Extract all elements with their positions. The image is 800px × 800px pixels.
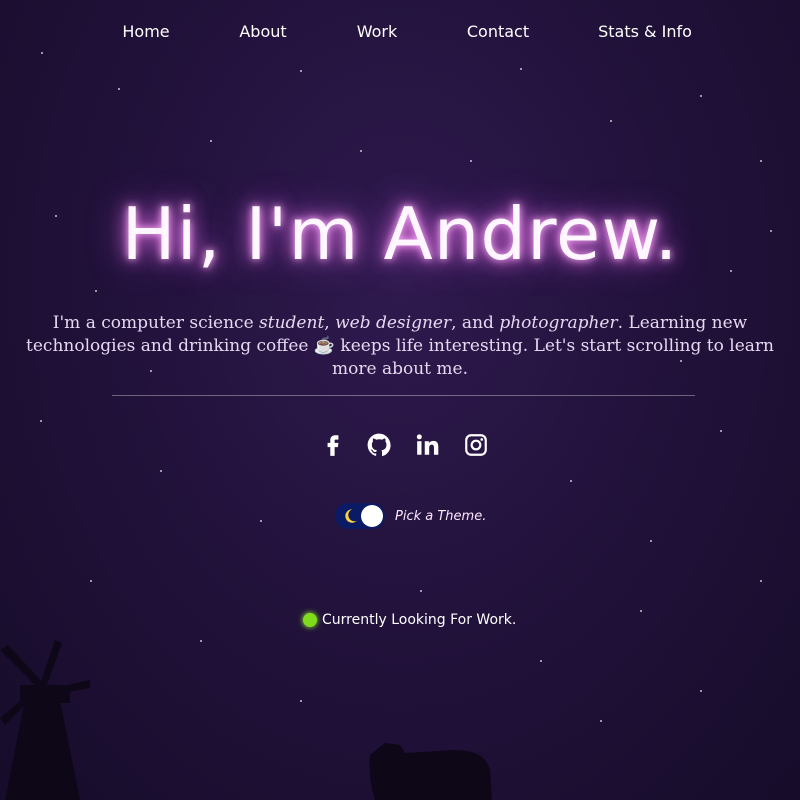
intro-text: keeps life interesting. Let's start scro…: [335, 336, 774, 356]
nav-stats-info[interactable]: Stats & Info: [598, 22, 692, 41]
intro-text: I'm a computer science: [52, 313, 260, 333]
intro-paragraph: I'm a computer science student, web desi…: [0, 312, 800, 381]
github-icon: [367, 433, 391, 457]
intro-photographer: photographer: [499, 313, 618, 333]
moon-icon: [345, 509, 357, 523]
intro-text: more about me.: [332, 359, 468, 379]
theme-label: Pick a Theme.: [395, 508, 487, 524]
instagram-link[interactable]: [461, 430, 491, 460]
intro-text: , and: [451, 313, 500, 333]
theme-picker: Pick a Theme.: [335, 502, 486, 530]
intro-text: technologies and drinking coffee: [26, 336, 314, 356]
facebook-icon: [327, 435, 339, 456]
theme-toggle[interactable]: [335, 503, 385, 529]
work-status: Currently Looking For Work.: [303, 612, 516, 628]
main-nav: Home About Work Contact Stats & Info: [0, 22, 800, 46]
intro-web-designer: web designer: [335, 313, 452, 333]
toggle-knob: [361, 505, 383, 527]
github-link[interactable]: [364, 430, 394, 460]
linkedin-link[interactable]: [413, 430, 443, 460]
nav-home[interactable]: Home: [122, 22, 169, 41]
animal-silhouette: [369, 743, 492, 800]
coffee-icon: ☕: [313, 336, 336, 356]
intro-text: . Learning new: [617, 313, 748, 333]
nav-work[interactable]: Work: [357, 22, 398, 41]
intro-text: ,: [324, 313, 336, 333]
instagram-icon: [465, 434, 487, 456]
nav-about[interactable]: About: [239, 22, 286, 41]
intro-student: student: [259, 313, 325, 333]
nav-contact[interactable]: Contact: [467, 22, 529, 41]
status-dot: [303, 613, 317, 627]
facebook-link[interactable]: [318, 430, 348, 460]
starfield-background: [0, 0, 800, 800]
status-text: Currently Looking For Work.: [322, 612, 517, 628]
hero-title: Hi, I'm Andrew.: [121, 192, 679, 276]
linkedin-icon: [416, 434, 439, 455]
windmill-silhouette: [0, 640, 90, 800]
social-links: [0, 430, 800, 462]
section-divider: [112, 395, 695, 396]
